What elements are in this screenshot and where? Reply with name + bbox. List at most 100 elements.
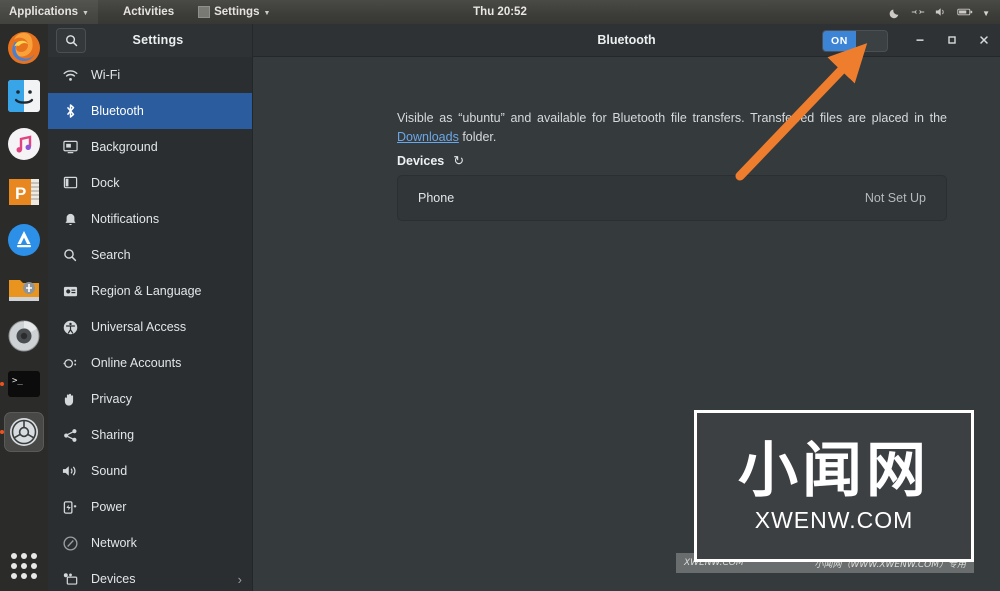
close-button[interactable] — [976, 32, 992, 48]
downloads-link[interactable]: Downloads — [397, 130, 459, 144]
dock-item-files[interactable] — [4, 76, 44, 116]
svg-text:>_: >_ — [12, 376, 23, 386]
menu-settings-window[interactable]: Settings ▼ — [189, 0, 279, 24]
titlebar-left: Settings — [48, 23, 253, 57]
sidebar-item-universal-access[interactable]: Universal Access — [48, 309, 252, 345]
sidebar-item-label: Power — [91, 500, 127, 514]
dock-icon — [62, 175, 78, 191]
window-controls — [912, 24, 992, 57]
dock: P >_ — [0, 24, 48, 591]
table-row[interactable]: Phone Not Set Up — [398, 176, 946, 220]
sidebar-item-privacy[interactable]: Privacy — [48, 381, 252, 417]
sidebar-item-power[interactable]: Power — [48, 489, 252, 525]
region-icon — [62, 283, 78, 299]
chevron-down-icon[interactable]: ▼ — [982, 9, 990, 18]
sharing-icon — [62, 427, 78, 443]
sidebar-item-wi-fi[interactable]: Wi-Fi — [48, 57, 252, 93]
accessibility-icon — [62, 319, 78, 335]
status-area[interactable]: ▼ — [889, 0, 996, 24]
applications-label: Applications — [9, 6, 79, 18]
dock-item-help[interactable] — [4, 268, 44, 308]
firefox-icon — [8, 32, 40, 64]
privacy-icon — [62, 391, 78, 407]
bluetooth-description: Visible as “ubuntu” and available for Bl… — [397, 109, 947, 147]
refresh-spinner-icon: ↻ — [453, 153, 465, 168]
sidebar-item-devices[interactable]: Devices › — [48, 561, 252, 591]
sidebar-item-bluetooth[interactable]: Bluetooth — [48, 93, 252, 129]
search-icon — [65, 34, 77, 46]
devices-icon — [62, 571, 78, 587]
search-icon — [62, 247, 78, 263]
bluetooth-power-toggle[interactable]: ON — [822, 29, 888, 52]
sidebar-item-sound[interactable]: Sound — [48, 453, 252, 489]
device-name: Phone — [418, 191, 455, 205]
dock-item-terminal[interactable]: >_ — [0, 364, 44, 404]
sidebar-item-label: Background — [91, 140, 158, 154]
grid-dot — [11, 563, 17, 569]
sidebar-item-label: Sound — [91, 464, 128, 478]
volume-icon[interactable] — [934, 6, 948, 18]
dock-item-firefox[interactable] — [4, 28, 44, 68]
top-bar: Applications ▼ Activities Settings ▼ Thu… — [0, 0, 1000, 24]
sidebar-item-notifications[interactable]: Notifications — [48, 201, 252, 237]
bell-icon — [62, 211, 78, 227]
svg-text:P: P — [15, 184, 26, 203]
settings-window-icon — [198, 6, 211, 18]
network-icon[interactable] — [911, 7, 925, 17]
sidebar-item-dock[interactable]: Dock — [48, 165, 252, 201]
minimize-button[interactable] — [912, 32, 928, 48]
bluetooth-icon — [62, 103, 78, 119]
grid-dot — [21, 573, 27, 579]
sidebar-item-search[interactable]: Search — [48, 237, 252, 273]
sidebar-item-label: Sharing — [91, 428, 135, 442]
device-status: Not Set Up — [864, 191, 926, 205]
sidebar-item-label: Notifications — [91, 212, 160, 226]
impress-icon: P — [9, 179, 39, 205]
sidebar-item-label: Online Accounts — [91, 356, 182, 370]
screen: Applications ▼ Activities Settings ▼ Thu… — [0, 0, 1000, 591]
dock-item-music[interactable] — [4, 124, 44, 164]
help-icon — [9, 280, 39, 301]
maximize-button[interactable] — [944, 32, 960, 48]
chevron-down-icon: ▼ — [263, 9, 271, 17]
dock-item-settings[interactable] — [0, 412, 44, 452]
sidebar-item-sharing[interactable]: Sharing — [48, 417, 252, 453]
watermark-en: XWENW.COM — [754, 506, 914, 533]
sidebar-title: Settings — [132, 33, 184, 47]
grid-dot — [21, 553, 27, 559]
menu-activities[interactable]: Activities — [114, 0, 183, 24]
battery-icon[interactable] — [957, 7, 973, 17]
power-icon — [62, 499, 78, 515]
search-button[interactable] — [56, 27, 86, 53]
show-applications-button[interactable] — [11, 553, 37, 579]
sidebar-item-background[interactable]: Background — [48, 129, 252, 165]
menu-applications[interactable]: Applications ▼ — [0, 0, 98, 24]
sound-icon — [62, 463, 78, 479]
settings-gear-icon — [10, 418, 38, 446]
sidebar-item-label: Bluetooth — [91, 104, 144, 118]
night-light-icon[interactable] — [889, 6, 902, 19]
grid-dot — [21, 563, 27, 569]
dock-item-disc[interactable] — [4, 316, 44, 356]
files-icon — [8, 80, 40, 112]
running-indicator — [0, 430, 4, 434]
dock-item-impress[interactable]: P — [4, 172, 44, 212]
chevron-down-icon: ▼ — [82, 9, 89, 17]
sidebar-item-region-language[interactable]: Region & Language — [48, 273, 252, 309]
description-before: Visible as “ubuntu” and available for Bl… — [397, 111, 947, 125]
grid-dot — [31, 563, 37, 569]
toggle-on-label: ON — [823, 30, 856, 51]
grid-dot — [31, 553, 37, 559]
devices-list: Phone Not Set Up — [397, 175, 947, 221]
online-accounts-icon — [62, 355, 78, 371]
settings-sidebar: Wi-Fi Bluetooth Background Dock Notifica… — [48, 57, 253, 591]
sidebar-item-online-accounts[interactable]: Online Accounts — [48, 345, 252, 381]
background-icon — [62, 139, 78, 155]
grid-dot — [11, 573, 17, 579]
running-indicator — [0, 382, 4, 386]
dock-item-software[interactable] — [4, 220, 44, 260]
sidebar-item-label: Network — [91, 536, 137, 550]
grid-dot — [31, 573, 37, 579]
sidebar-item-network[interactable]: Network — [48, 525, 252, 561]
titlebar-right: Bluetooth ON — [253, 24, 1000, 57]
